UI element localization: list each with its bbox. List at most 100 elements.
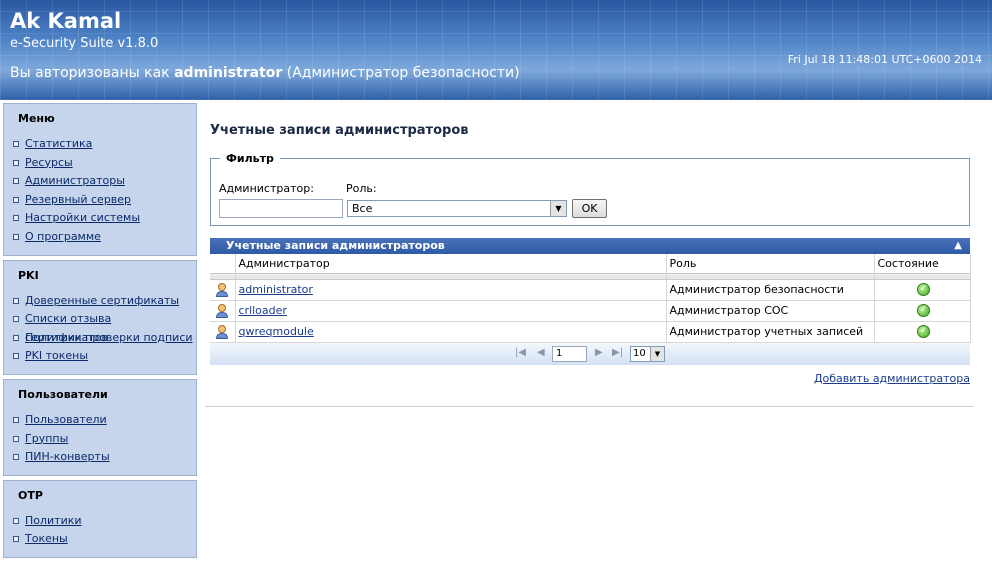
bullet-icon	[13, 416, 19, 423]
sidebar-item-trusted-certs[interactable]: Доверенные сертификаты	[4, 292, 196, 311]
admin-link[interactable]: administrator	[239, 283, 313, 296]
sidebar: Меню Статистика Ресурсы Администраторы Р…	[3, 103, 197, 562]
ok-icon: ✓	[917, 304, 930, 318]
sidebar-link[interactable]: Токены	[25, 532, 68, 545]
bullet-icon	[13, 141, 19, 147]
menu-section-users: Пользователи Пользователи Группы ПИН-кон…	[3, 378, 197, 476]
column-header-icon	[210, 254, 236, 273]
role-cell: Администратор учетных записей	[666, 321, 875, 343]
status-cell: ✓	[874, 321, 971, 343]
sidebar-item-administrators[interactable]: Администраторы	[4, 172, 196, 191]
ok-icon: ✓	[917, 283, 930, 297]
sidebar-item-users[interactable]: Пользователи	[4, 411, 196, 430]
grid-title-bar: Учетные записи администраторов ▲	[210, 238, 970, 254]
bullet-icon	[13, 435, 19, 442]
auth-user: administrator	[174, 65, 283, 81]
sidebar-item-statistics[interactable]: Статистика	[4, 135, 196, 154]
server-datetime: Fri Jul 18 11:48:01 UTC+0600 2014	[787, 53, 982, 66]
table-row[interactable]: administrator Администратор безопасности…	[210, 279, 971, 301]
table-row[interactable]: crlloader Администратор СОС ✓	[210, 300, 971, 322]
column-header-admin[interactable]: Администратор	[235, 254, 667, 273]
filter-ok-button[interactable]: OK	[572, 199, 607, 218]
sidebar-link[interactable]: Статистика	[25, 137, 92, 150]
column-header-role[interactable]: Роль	[666, 254, 875, 273]
first-page-icon[interactable]: |◀	[515, 347, 526, 358]
pager-bar: |◀ ◀ 1 ▶ ▶| 10 ▼	[210, 342, 970, 365]
collapse-icon[interactable]: ▲	[954, 238, 962, 254]
bullet-icon	[13, 316, 19, 323]
bullet-icon	[13, 196, 19, 203]
bullet-icon	[13, 536, 19, 543]
app-version: e-Security Suite v1.8.0	[10, 36, 159, 51]
grid-title: Учетные записи администраторов	[226, 239, 445, 252]
sidebar-item-pki-tokens[interactable]: PKI токены	[4, 347, 196, 366]
filter-fieldset: Фильтр Администратор: Роль: Все ▼ OK	[210, 152, 970, 226]
table-row[interactable]: qwreqmodule Администратор учетных записе…	[210, 321, 971, 343]
auth-info: Вы авторизованы как administrator (Админ…	[10, 65, 520, 81]
sidebar-item-resources[interactable]: Ресурсы	[4, 154, 196, 173]
sidebar-link[interactable]: Политики	[25, 514, 82, 527]
sidebar-link[interactable]: Настройки системы	[25, 211, 140, 224]
sidebar-item-otp-tokens[interactable]: Токены	[4, 530, 196, 549]
row-icon-cell	[210, 279, 236, 301]
role-select[interactable]: Все ▼	[347, 200, 567, 217]
sidebar-link[interactable]: PKI токены	[25, 349, 88, 362]
sidebar-link[interactable]: Ресурсы	[25, 156, 73, 169]
filter-legend: Фильтр	[220, 152, 280, 165]
add-administrator-link[interactable]: Добавить администратора	[814, 372, 970, 385]
admins-table: Администратор Роль Состояние administrat…	[210, 254, 971, 343]
role-filter-label: Роль:	[346, 182, 377, 195]
sidebar-item-backup-server[interactable]: Резервный сервер	[4, 191, 196, 210]
sidebar-item-otp-policies[interactable]: Политики	[4, 512, 196, 531]
sidebar-item-crl[interactable]: Списки отзыва сертификатов	[4, 310, 196, 344]
sidebar-link[interactable]: ПИН-конверты	[25, 450, 110, 463]
menu-section-title: OTP	[18, 488, 43, 502]
admin-link[interactable]: qwreqmodule	[239, 325, 314, 338]
next-page-icon[interactable]: ▶	[595, 347, 603, 358]
admin-name-cell: crlloader	[235, 300, 667, 322]
auth-prefix: Вы авторизованы как	[10, 65, 175, 81]
bullet-icon	[13, 297, 19, 304]
chevron-down-icon[interactable]: ▼	[550, 201, 566, 216]
role-cell: Администратор безопасности	[666, 279, 875, 301]
sidebar-link[interactable]: Резервный сервер	[25, 193, 131, 206]
admin-filter-input[interactable]	[219, 199, 343, 218]
bullet-icon	[13, 233, 19, 240]
status-cell: ✓	[874, 279, 971, 301]
user-icon	[214, 324, 230, 340]
admin-name-cell: qwreqmodule	[235, 321, 667, 343]
bullet-icon	[13, 334, 19, 341]
sidebar-link[interactable]: О программе	[25, 230, 101, 243]
role-select-value: Все	[352, 202, 373, 215]
last-page-icon[interactable]: ▶|	[612, 347, 623, 358]
sidebar-link[interactable]: Администраторы	[25, 174, 125, 187]
sidebar-item-pin-envelopes[interactable]: ПИН-конверты	[4, 448, 196, 467]
sidebar-link[interactable]: Доверенные сертификаты	[25, 294, 179, 307]
sidebar-item-about[interactable]: О программе	[4, 228, 196, 247]
status-cell: ✓	[874, 300, 971, 322]
header-banner: Ak Kamal e-Security Suite v1.8.0 Вы авто…	[0, 0, 992, 100]
bullet-icon	[13, 159, 19, 166]
chevron-down-icon[interactable]: ▼	[650, 346, 664, 361]
sidebar-link[interactable]: Пользователи	[25, 413, 107, 426]
user-icon	[214, 303, 230, 319]
prev-page-icon[interactable]: ◀	[537, 347, 545, 358]
page-number-input[interactable]: 1	[552, 345, 587, 362]
bullet-icon	[13, 517, 19, 524]
bullet-icon	[13, 215, 19, 222]
admin-link[interactable]: crlloader	[239, 304, 287, 317]
sidebar-item-signature-policies[interactable]: Политики проверки подписи	[4, 329, 196, 348]
menu-section-main: Меню Статистика Ресурсы Администраторы Р…	[3, 103, 197, 256]
column-header-status[interactable]: Состояние	[874, 254, 971, 273]
admins-grid: Учетные записи администраторов ▲ Админис…	[210, 238, 971, 365]
app-name: Ak Kamal	[10, 9, 122, 33]
sidebar-item-groups[interactable]: Группы	[4, 430, 196, 449]
bullet-icon	[13, 178, 19, 185]
role-cell: Администратор СОС	[666, 300, 875, 322]
page-size-select[interactable]: 10 ▼	[630, 345, 665, 362]
admin-name-cell: administrator	[235, 279, 667, 301]
ok-icon: ✓	[917, 325, 930, 339]
sidebar-link[interactable]: Группы	[25, 432, 68, 445]
sidebar-link[interactable]: Политики проверки подписи	[25, 331, 193, 344]
sidebar-item-system-settings[interactable]: Настройки системы	[4, 209, 196, 228]
